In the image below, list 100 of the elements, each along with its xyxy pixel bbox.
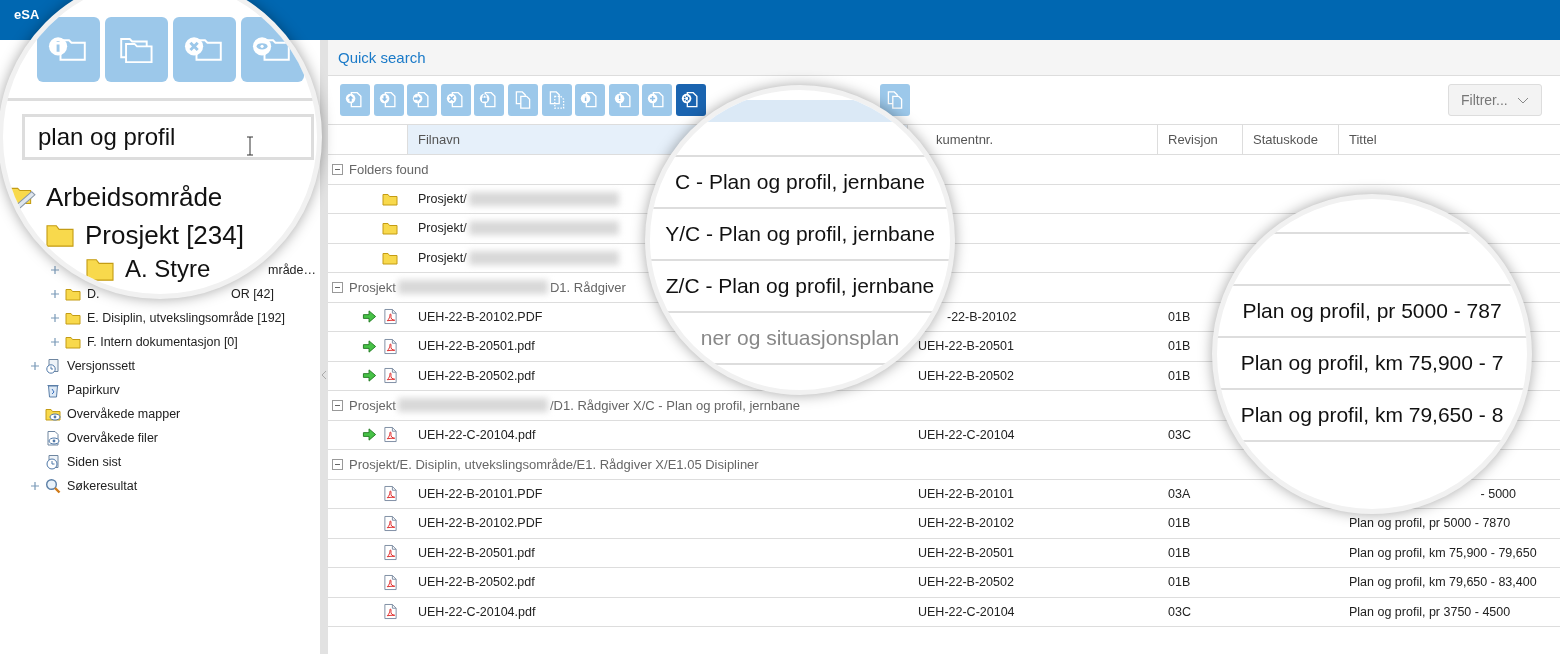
tree-item[interactable]: Versjonssett [67, 359, 136, 373]
expand-plus-icon[interactable] [50, 337, 60, 347]
tree-item[interactable]: Papirkurv [67, 383, 120, 397]
folder-path: Prosjekt/ [418, 250, 467, 265]
file-name[interactable]: UEH-22-B-20102.PDF [418, 516, 543, 531]
toolbar-button[interactable] [675, 84, 706, 116]
document-number: UEH-22-C-20104 [918, 604, 1015, 619]
document-title: Plan og profil, km 79,650 - 83,400 [1349, 575, 1537, 590]
pdf-document-icon [383, 308, 398, 326]
revision: 03A [1168, 486, 1191, 501]
document-title: Plan og profil, km 75,900 - 79,650 [1349, 545, 1537, 560]
document-eye-icon [45, 430, 61, 446]
tree-item[interactable]: A. Styre [125, 255, 211, 283]
revision: 03C [1168, 604, 1191, 619]
quick-search-link[interactable]: Quick search [338, 49, 426, 66]
search-field[interactable]: plan og profil [22, 114, 314, 160]
revision: 03C [1168, 427, 1191, 442]
magnified-text: C - Plan og profil, jernbane [675, 170, 925, 194]
collapse-minus-icon[interactable] [332, 163, 343, 175]
column-header[interactable]: kumentnr. [936, 132, 994, 147]
expand-plus-icon[interactable] [30, 481, 40, 491]
revision: 01B [1168, 575, 1191, 590]
file-name[interactable]: UEH-22-B-20101.PDF [418, 486, 543, 501]
app-title: eSA [14, 7, 40, 22]
pdf-document-icon [383, 485, 398, 503]
document-number: UEH-22-B-20501 [918, 339, 1014, 354]
document-title: Plan og profil, pr 3750 - 4500 [1349, 604, 1511, 619]
tree-item[interactable]: E. Disiplin, utvekslingsområde [192] [87, 311, 285, 325]
group-title: Prosjekt [349, 397, 396, 413]
folder-icon [65, 310, 81, 326]
magnified-text: Y/C - Plan og profil, jernbane [665, 222, 935, 246]
clock-icon [45, 454, 61, 470]
column-header[interactable]: Filnavn [418, 132, 460, 147]
revision: 01B [1168, 309, 1191, 324]
tree-item-text-end[interactable]: OR [42] [230, 287, 274, 301]
document-number: UEH-22-B-20101 [918, 486, 1014, 501]
folder-icon [45, 222, 75, 248]
expand-plus-icon[interactable] [50, 289, 60, 299]
magnified-text: ner og situasjonsplan [700, 326, 900, 350]
tree-item[interactable]: Overvåkede mapper [67, 407, 181, 421]
filter-dropdown[interactable]: Filtrer... [1448, 84, 1542, 116]
document-number: UEH-22-B-20501 [918, 545, 1014, 560]
file-name[interactable]: UEH-22-B-20502.pdf [418, 368, 535, 383]
group-title: D1. Rådgiver [549, 279, 626, 295]
collapse-caret-icon [321, 370, 327, 380]
revision: 01B [1168, 339, 1191, 354]
column-header[interactable]: Statuskode [1253, 132, 1319, 147]
magnified-text: Plan og profil, km 75,900 - 7 [1240, 351, 1504, 375]
folder-icon [382, 220, 398, 237]
tree-item[interactable]: Søkeresultat [67, 479, 138, 493]
folder-icon [65, 286, 81, 302]
magnified-text: Plan og profil, km 79,650 - 8 [1240, 403, 1504, 427]
collapse-minus-icon[interactable] [332, 458, 343, 470]
expand-plus-icon[interactable] [50, 265, 60, 275]
search-icon [45, 478, 61, 494]
group-title: /D1. Rådgiver X/C - Plan og profil, jernbane [549, 397, 800, 413]
revision: 01B [1168, 545, 1191, 560]
column-header[interactable]: Revisjon [1168, 132, 1218, 147]
expand-plus-icon[interactable] [50, 313, 60, 323]
revision: 01B [1168, 368, 1191, 383]
document-number: UEH-22-B-20102 [918, 516, 1014, 531]
collapse-minus-icon[interactable] [332, 281, 343, 293]
folder-icon [85, 256, 115, 282]
pdf-document-icon [383, 367, 398, 385]
tree-item[interactable]: Siden sist [67, 455, 122, 469]
expand-plus-icon[interactable] [30, 361, 40, 371]
pdf-document-icon [383, 603, 398, 621]
pdf-document-icon [383, 337, 398, 355]
tree-item[interactable]: Arbeidsområde [46, 181, 223, 213]
document-number: UEH-22-B-20502 [918, 575, 1014, 590]
file-name[interactable]: UEH-22-C-20104.pdf [418, 604, 536, 619]
chevron-down-icon [1517, 96, 1529, 104]
document-number: -22-B-20102 [947, 309, 1017, 324]
tree-item[interactable]: F. Intern dokumentasjon [0] [87, 335, 238, 349]
bin-icon [45, 382, 61, 398]
tree-item[interactable]: Overvåkede filer [67, 431, 158, 445]
revision: 01B [1168, 516, 1191, 531]
folder-path: Prosjekt/ [418, 191, 467, 206]
collapse-minus-icon[interactable] [332, 399, 343, 411]
file-name[interactable]: UEH-22-C-20104.pdf [418, 427, 536, 442]
column-header[interactable]: Tittel [1349, 132, 1377, 147]
group-title: Prosjekt [349, 279, 396, 295]
file-name[interactable]: UEH-22-B-20502.pdf [418, 575, 535, 590]
file-name[interactable]: UEH-22-B-20501.pdf [418, 339, 535, 354]
file-name[interactable]: UEH-22-B-20102.PDF [418, 309, 543, 324]
group-title: Prosjekt/E. Disiplin, utvekslingsområde/E1. Rådgiver X/E1.05 Disipliner [349, 456, 759, 472]
pdf-document-icon [383, 426, 398, 444]
magnified-text: Plan og profil, pr 5000 - 787 [1242, 299, 1502, 323]
file-name[interactable]: UEH-22-B-20501.pdf [418, 545, 535, 560]
tree-item[interactable]: Prosjekt [234] [85, 219, 244, 251]
toolbar-button[interactable] [37, 17, 100, 82]
text-cursor-icon [245, 136, 256, 156]
magnified-text: Z/C - Plan og profil, jernbane [665, 274, 935, 298]
document-title: Plan og profil, pr 5000 - 7870 [1349, 516, 1511, 531]
folder-icon [65, 334, 81, 350]
tree-item[interactable]: D. [87, 287, 100, 301]
pdf-document-icon [383, 544, 398, 562]
document-number: UEH-22-C-20104 [918, 427, 1015, 442]
tree-item-text-end[interactable]: mråde… [268, 263, 316, 277]
clock-document-icon [45, 358, 61, 374]
